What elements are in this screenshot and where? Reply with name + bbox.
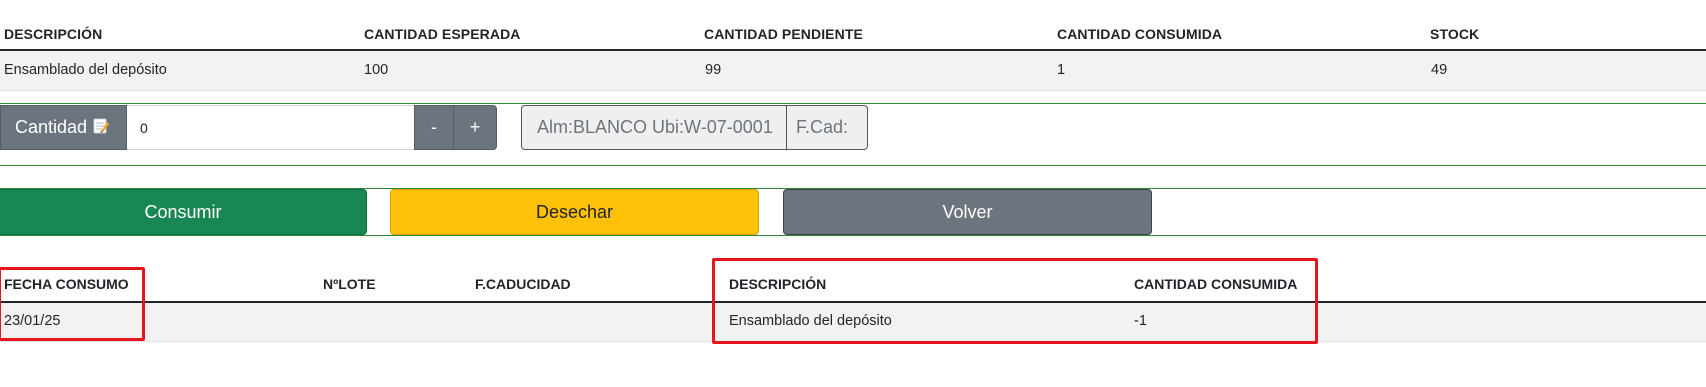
quantity-label-text: Cantidad: [15, 117, 88, 137]
consume-button[interactable]: Consumir: [0, 189, 367, 235]
form-top-divider: [0, 103, 1706, 104]
back-button[interactable]: Volver: [783, 189, 1152, 235]
highlight-box-fecha: [0, 267, 145, 341]
form-bottom-divider: [0, 165, 1706, 166]
header-fecha-caducidad: F.CADUCIDAD: [475, 276, 571, 292]
table-row: [0, 51, 1706, 91]
edit-note-icon: [93, 117, 110, 139]
cell-cantidad-consumida: 1: [1057, 62, 1066, 78]
header-cantidad-consumida: CANTIDAD CONSUMIDA: [1057, 26, 1223, 42]
expiry-date-field: F.Cad:: [787, 105, 868, 150]
actions-bottom-divider: [0, 235, 1706, 236]
header-stock: STOCK: [1430, 26, 1480, 42]
cell-cantidad-pendiente: 99: [705, 62, 722, 78]
highlight-box-descripcion-cantidad: [712, 258, 1318, 344]
quantity-label: Cantidad: [0, 105, 127, 150]
increment-button[interactable]: +: [453, 105, 497, 150]
cell-descripcion: Ensamblado del depósito: [4, 62, 167, 78]
cell-stock: 49: [1431, 62, 1448, 78]
header-cantidad-esperada: CANTIDAD ESPERADA: [364, 26, 521, 42]
discard-button[interactable]: Desechar: [390, 189, 759, 235]
header-numero-lote: NºLOTE: [323, 276, 376, 292]
header-cantidad-pendiente: CANTIDAD PENDIENTE: [704, 26, 863, 42]
decrement-button[interactable]: -: [414, 105, 454, 150]
cell-cantidad-esperada: 100: [364, 62, 389, 78]
header-descripcion: DESCRIPCIÓN: [4, 26, 103, 42]
quantity-input[interactable]: [127, 105, 415, 150]
location-field: Alm:BLANCO Ubi:W-07-0001: [521, 105, 787, 150]
